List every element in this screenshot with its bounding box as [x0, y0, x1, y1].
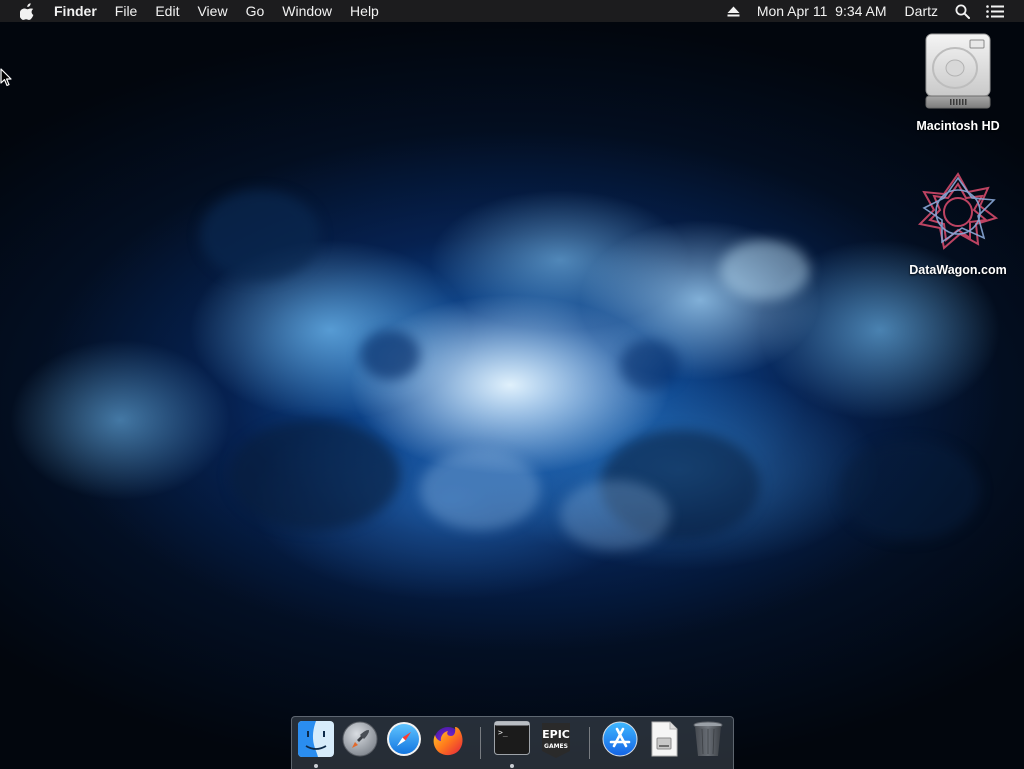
- desktop-icon-label: DataWagon.com: [909, 263, 1007, 277]
- desktop-icon-label: Macintosh HD: [916, 119, 1000, 133]
- clock-datetime[interactable]: Mon Apr 11 9:34 AM: [748, 0, 896, 22]
- menu-window[interactable]: Window: [273, 0, 341, 22]
- dock-item-launchpad[interactable]: [341, 721, 379, 761]
- menu-app-finder[interactable]: Finder: [45, 0, 106, 22]
- mouse-cursor-icon: [0, 68, 12, 92]
- dock-separator: [480, 727, 481, 759]
- running-indicator: [510, 764, 514, 768]
- menu-edit[interactable]: Edit: [146, 0, 188, 22]
- dock-item-safari[interactable]: [385, 721, 423, 761]
- launchpad-rocket-icon: [342, 721, 378, 757]
- dock-item-terminal[interactable]: >_: [493, 721, 531, 768]
- eject-icon[interactable]: [719, 0, 748, 22]
- desktop-wallpaper: [0, 0, 1024, 768]
- document-stack-icon: [651, 721, 678, 757]
- menu-help[interactable]: Help: [341, 0, 388, 22]
- desktop-icon-datawagon[interactable]: DataWagon.com: [898, 170, 1018, 277]
- epic-logo-bottom: GAMES: [544, 743, 568, 750]
- user-menu[interactable]: Dartz: [896, 0, 947, 22]
- menu-go[interactable]: Go: [237, 0, 274, 22]
- safari-compass-icon: [387, 722, 421, 756]
- dock-item-firefox[interactable]: [429, 721, 467, 761]
- terminal-prompt: >_: [498, 728, 508, 737]
- dock: >_ EPIC GAMES: [291, 716, 734, 769]
- spotlight-search-icon[interactable]: [947, 0, 978, 22]
- star-pattern-icon: [917, 172, 999, 250]
- terminal-icon: >_: [494, 721, 530, 755]
- menu-bar: Finder File Edit View Go Window Help Mon…: [0, 0, 1024, 22]
- firefox-icon: [433, 727, 463, 756]
- trash-icon: [693, 721, 723, 756]
- app-store-icon: [602, 721, 638, 757]
- desktop-icon-macintosh-hd[interactable]: Macintosh HD: [898, 32, 1018, 133]
- running-indicator: [314, 764, 318, 768]
- dock-item-finder[interactable]: [297, 721, 335, 768]
- dock-separator: [589, 727, 590, 759]
- finder-icon: [298, 721, 334, 757]
- notification-center-icon[interactable]: [978, 0, 1012, 22]
- dock-item-epic-games[interactable]: EPIC GAMES: [537, 721, 575, 761]
- dock-item-app-store[interactable]: [601, 721, 639, 761]
- hard-drive-icon: [925, 33, 991, 109]
- dock-item-documents[interactable]: [645, 721, 683, 761]
- menu-view[interactable]: View: [188, 0, 236, 22]
- apple-icon[interactable]: [19, 0, 35, 22]
- dock-item-trash[interactable]: [689, 721, 727, 761]
- epic-games-icon: EPIC GAMES: [542, 723, 570, 758]
- menu-file[interactable]: File: [106, 0, 147, 22]
- epic-logo-top: EPIC: [542, 728, 570, 741]
